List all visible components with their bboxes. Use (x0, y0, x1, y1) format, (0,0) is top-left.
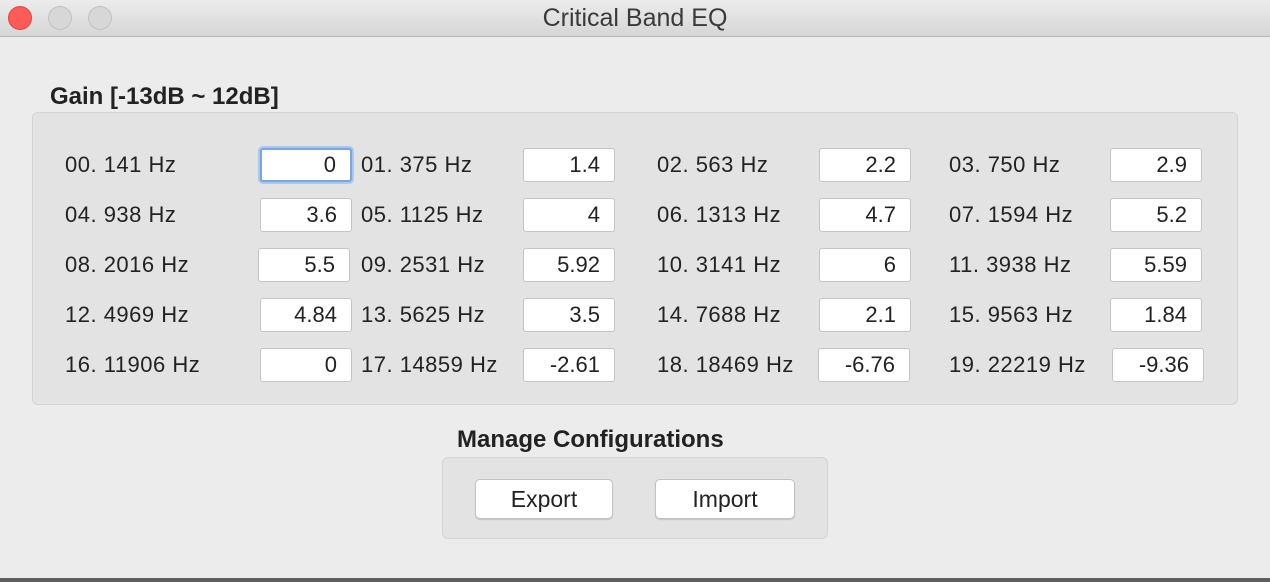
band-gain-input[interactable] (260, 348, 352, 382)
band-label: 00. 141 Hz (65, 152, 177, 177)
window-bottom-edge (0, 578, 1270, 582)
band-label: 07. 1594 Hz (949, 202, 1074, 227)
band-label: 19. 22219 Hz (949, 352, 1086, 377)
band-label: 10. 3141 Hz (657, 252, 782, 277)
band-label: 11. 3938 Hz (949, 252, 1072, 277)
band-gain-input[interactable] (819, 298, 911, 332)
band-label: 05. 1125 Hz (361, 202, 484, 227)
band-label: 08. 2016 Hz (65, 252, 190, 277)
band-gain-input[interactable] (1112, 348, 1204, 382)
band-label: 16. 11906 Hz (65, 352, 201, 377)
band-gain-input[interactable] (523, 148, 615, 182)
band-label: 01. 375 Hz (361, 152, 473, 177)
band-gain-input[interactable] (1110, 198, 1202, 232)
band-gain-input[interactable] (260, 298, 352, 332)
band-label: 14. 7688 Hz (657, 302, 782, 327)
gain-panel: 00. 141 Hz 01. 375 Hz 02. 563 Hz 03. 750… (32, 112, 1238, 405)
export-button[interactable]: Export (475, 479, 613, 519)
band-gain-input[interactable] (1110, 248, 1202, 282)
band-gain-input[interactable] (523, 348, 615, 382)
band-label: 09. 2531 Hz (361, 252, 486, 277)
band-gain-input[interactable] (819, 248, 911, 282)
band-label: 04. 938 Hz (65, 202, 177, 227)
band-gain-input[interactable] (818, 348, 910, 382)
band-label: 02. 563 Hz (657, 152, 769, 177)
band-gain-input[interactable] (523, 248, 615, 282)
band-label: 03. 750 Hz (949, 152, 1061, 177)
band-gain-input[interactable] (1110, 298, 1202, 332)
import-button[interactable]: Import (655, 479, 795, 519)
band-label: 18. 18469 Hz (657, 352, 794, 377)
band-gain-input[interactable] (260, 198, 352, 232)
band-label: 15. 9563 Hz (949, 302, 1074, 327)
window-title: Critical Band EQ (542, 4, 728, 32)
manage-configurations-title: Manage Configurations (457, 426, 724, 453)
band-label: 12. 4969 Hz (65, 302, 190, 327)
band-label: 17. 14859 Hz (361, 352, 498, 377)
band-gain-input[interactable] (819, 198, 911, 232)
band-gain-input[interactable] (523, 198, 615, 232)
band-gain-input[interactable] (258, 248, 350, 282)
gain-section-title: Gain [-13dB ~ 12dB] (50, 83, 279, 110)
title-bar: Critical Band EQ (0, 0, 1270, 37)
band-gain-input[interactable] (523, 298, 615, 332)
band-label: 13. 5625 Hz (361, 302, 486, 327)
band-gain-input[interactable] (260, 148, 352, 182)
band-gain-input[interactable] (1110, 148, 1202, 182)
band-gain-input[interactable] (819, 148, 911, 182)
band-label: 06. 1313 Hz (657, 202, 782, 227)
